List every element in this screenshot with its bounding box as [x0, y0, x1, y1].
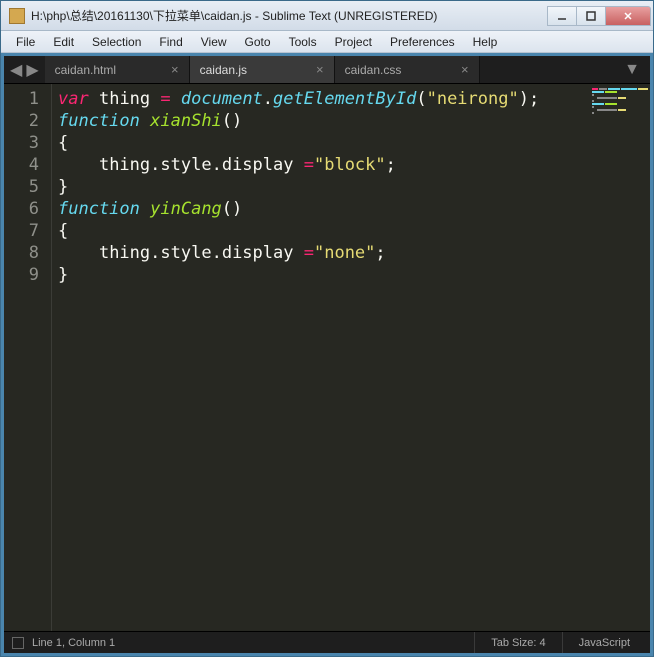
tab-close-icon[interactable]: ×: [316, 62, 324, 77]
menu-preferences[interactable]: Preferences: [381, 33, 464, 51]
code-line: {: [58, 132, 584, 154]
tab-close-icon[interactable]: ×: [171, 62, 179, 77]
menu-file[interactable]: File: [7, 33, 44, 51]
minimize-button[interactable]: [547, 6, 577, 26]
code-line: thing.style.display ="block";: [58, 154, 584, 176]
code-line: thing.style.display ="none";: [58, 242, 584, 264]
tab-next-icon[interactable]: ▶: [26, 60, 38, 80]
menu-selection[interactable]: Selection: [83, 33, 150, 51]
titlebar[interactable]: H:\php\总结\20161130\下拉菜单\caidan.js - Subl…: [1, 1, 653, 31]
menubar: File Edit Selection Find View Goto Tools…: [1, 31, 653, 53]
app-window: H:\php\总结\20161130\下拉菜单\caidan.js - Subl…: [0, 0, 654, 657]
tab-nav: ◀ ▶: [4, 56, 45, 83]
cursor-position: Line 1, Column 1: [32, 637, 115, 649]
tab-prev-icon[interactable]: ◀: [10, 60, 22, 80]
tab-spacer: [480, 56, 615, 83]
gutter: 1 2 3 4 5 6 7 8 9: [4, 84, 52, 631]
line-number: 1: [8, 88, 39, 110]
tab-label: caidan.css: [345, 63, 402, 77]
editor[interactable]: 1 2 3 4 5 6 7 8 9 var thing = document.g…: [4, 84, 650, 631]
window-title: H:\php\总结\20161130\下拉菜单\caidan.js - Subl…: [31, 7, 548, 24]
tab-size-button[interactable]: Tab Size: 4: [474, 632, 561, 653]
line-number: 8: [8, 242, 39, 264]
code-line: }: [58, 264, 584, 286]
close-button[interactable]: [605, 6, 651, 26]
code-line: function xianShi(): [58, 110, 584, 132]
menu-project[interactable]: Project: [326, 33, 381, 51]
code-line: }: [58, 176, 584, 198]
tab-caidan-js[interactable]: caidan.js ×: [190, 56, 335, 83]
status-left: Line 1, Column 1: [8, 637, 474, 649]
line-number: 4: [8, 154, 39, 176]
body-frame: ◀ ▶ caidan.html× caidan.js× caidan.css× …: [1, 53, 653, 656]
menu-help[interactable]: Help: [464, 33, 507, 51]
line-number: 6: [8, 198, 39, 220]
code-line: function yinCang(): [58, 198, 584, 220]
code-line: var thing = document.getElementById("nei…: [58, 88, 584, 110]
syntax-button[interactable]: JavaScript: [562, 632, 646, 653]
code-area[interactable]: var thing = document.getElementById("nei…: [52, 84, 590, 631]
tab-caidan-css[interactable]: caidan.css ×: [335, 56, 480, 83]
tab-label: caidan.html: [55, 63, 116, 77]
menu-goto[interactable]: Goto: [236, 33, 280, 51]
maximize-button[interactable]: [576, 6, 606, 26]
line-number: 7: [8, 220, 39, 242]
menu-view[interactable]: View: [192, 33, 236, 51]
app-icon: [9, 8, 25, 24]
line-number: 3: [8, 132, 39, 154]
tab-label: caidan.js: [200, 63, 247, 77]
window-controls: [548, 6, 651, 26]
code-line: {: [58, 220, 584, 242]
menu-tools[interactable]: Tools: [280, 33, 326, 51]
line-number: 9: [8, 264, 39, 286]
menu-edit[interactable]: Edit: [44, 33, 83, 51]
tab-overflow-icon[interactable]: ▼: [614, 56, 650, 83]
statusbar: Line 1, Column 1 Tab Size: 4 JavaScript: [4, 631, 650, 653]
line-number: 2: [8, 110, 39, 132]
minimap[interactable]: [590, 84, 650, 631]
tab-close-icon[interactable]: ×: [461, 62, 469, 77]
tab-caidan-html[interactable]: caidan.html ×: [45, 56, 190, 83]
status-panel-icon[interactable]: [12, 637, 24, 649]
menu-find[interactable]: Find: [150, 33, 191, 51]
line-number: 5: [8, 176, 39, 198]
tabbar: ◀ ▶ caidan.html× caidan.js× caidan.css× …: [4, 56, 650, 84]
